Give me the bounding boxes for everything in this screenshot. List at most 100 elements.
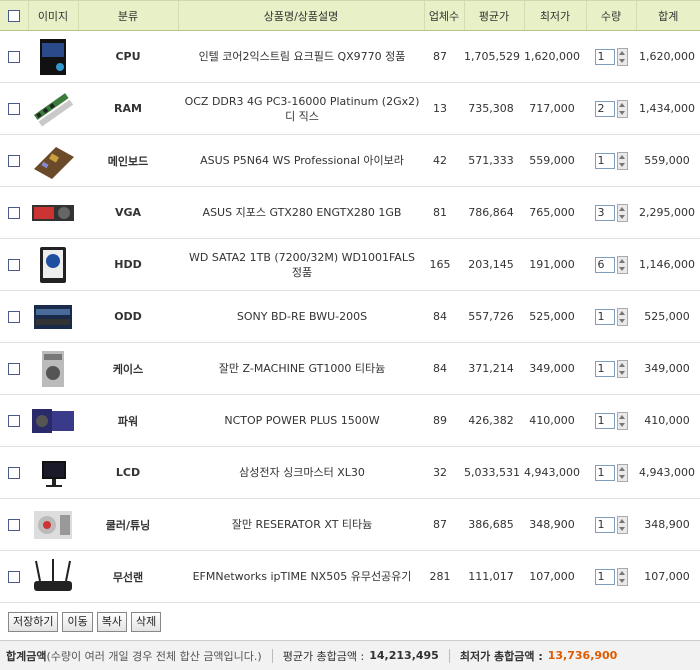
- spinner-buttons[interactable]: [616, 203, 628, 222]
- spinner-buttons[interactable]: [616, 307, 628, 326]
- spin-up-icon[interactable]: [619, 206, 625, 211]
- spin-up-icon[interactable]: [619, 102, 625, 107]
- row-checkbox[interactable]: [8, 571, 20, 583]
- row-checkbox[interactable]: [8, 519, 20, 531]
- quantity-input[interactable]: 1: [594, 308, 615, 325]
- quantity-input[interactable]: 1: [594, 48, 615, 65]
- lowest-price[interactable]: 410,000: [524, 394, 586, 447]
- spinner-buttons[interactable]: [616, 411, 628, 430]
- product-name[interactable]: NCTOP POWER PLUS 1500W: [178, 394, 424, 447]
- spinner-buttons[interactable]: [616, 463, 628, 482]
- spin-up-icon[interactable]: [619, 258, 625, 263]
- quantity-stepper[interactable]: 6: [594, 255, 628, 274]
- row-checkbox[interactable]: [8, 467, 20, 479]
- quantity-stepper[interactable]: 1: [594, 515, 628, 534]
- select-all-cell[interactable]: [0, 0, 28, 31]
- spin-up-icon[interactable]: [619, 518, 625, 523]
- lowest-price[interactable]: 765,000: [524, 186, 586, 239]
- row-checkbox[interactable]: [8, 155, 20, 167]
- copy-button[interactable]: 복사: [96, 612, 127, 632]
- spin-down-icon[interactable]: [619, 526, 625, 531]
- spinner-buttons[interactable]: [616, 47, 628, 66]
- quantity-stepper[interactable]: 1: [594, 359, 628, 378]
- spinner-buttons[interactable]: [616, 255, 628, 274]
- lowest-price[interactable]: 4,943,000: [524, 446, 586, 499]
- quantity-stepper[interactable]: 1: [594, 47, 628, 66]
- row-select-cell[interactable]: [0, 186, 28, 239]
- power-supply-image[interactable]: [30, 401, 76, 441]
- quantity-stepper[interactable]: 1: [594, 411, 628, 430]
- product-name[interactable]: SONY BD-RE BWU-200S: [178, 290, 424, 343]
- row-checkbox[interactable]: [8, 311, 20, 323]
- row-select-cell[interactable]: [0, 82, 28, 135]
- quantity-stepper[interactable]: 1: [594, 463, 628, 482]
- spin-up-icon[interactable]: [619, 310, 625, 315]
- quantity-stepper[interactable]: 2: [594, 99, 628, 118]
- quantity-input[interactable]: 1: [594, 464, 615, 481]
- row-checkbox[interactable]: [8, 103, 20, 115]
- lowest-price[interactable]: 107,000: [524, 550, 586, 603]
- spin-down-icon[interactable]: [619, 58, 625, 63]
- row-select-cell[interactable]: [0, 498, 28, 551]
- product-name[interactable]: ASUS P5N64 WS Professional 아이보라: [178, 134, 424, 187]
- row-select-cell[interactable]: [0, 550, 28, 603]
- lowest-price[interactable]: 559,000: [524, 134, 586, 187]
- spinner-buttons[interactable]: [616, 359, 628, 378]
- spin-down-icon[interactable]: [619, 266, 625, 271]
- product-name[interactable]: EFMNetworks ipTIME NX505 유무선공유기: [178, 550, 424, 603]
- spin-down-icon[interactable]: [619, 422, 625, 427]
- row-checkbox[interactable]: [8, 207, 20, 219]
- save-button[interactable]: 저장하기: [8, 612, 59, 632]
- product-name[interactable]: 인텔 코어2익스트림 요크필드 QX9770 정품: [178, 30, 424, 83]
- select-all-checkbox[interactable]: [7, 10, 20, 22]
- row-checkbox[interactable]: [8, 415, 20, 427]
- quantity-input[interactable]: 1: [594, 516, 615, 533]
- spin-up-icon[interactable]: [619, 414, 625, 419]
- spin-down-icon[interactable]: [619, 474, 625, 479]
- spin-up-icon[interactable]: [619, 50, 625, 55]
- quantity-stepper[interactable]: 1: [594, 567, 628, 586]
- spin-down-icon[interactable]: [619, 110, 625, 115]
- product-name[interactable]: ASUS 지포스 GTX280 ENGTX280 1GB: [178, 186, 424, 239]
- product-name[interactable]: 잘만 Z-MACHINE GT1000 티타늄: [178, 342, 424, 395]
- row-select-cell[interactable]: [0, 30, 28, 83]
- quantity-input[interactable]: 1: [594, 568, 615, 585]
- spin-down-icon[interactable]: [619, 162, 625, 167]
- monitor-image[interactable]: [30, 453, 76, 493]
- product-name[interactable]: 삼성전자 싱크마스터 XL30: [178, 446, 424, 499]
- row-select-cell[interactable]: [0, 290, 28, 343]
- router-image[interactable]: [30, 557, 76, 597]
- cpu-box-image[interactable]: [30, 37, 76, 77]
- spinner-buttons[interactable]: [616, 515, 628, 534]
- spinner-buttons[interactable]: [616, 99, 628, 118]
- cooler-image[interactable]: [30, 505, 76, 545]
- lowest-price[interactable]: 349,000: [524, 342, 586, 395]
- move-button[interactable]: 이동: [62, 612, 93, 632]
- delete-button[interactable]: 삭제: [130, 612, 162, 632]
- quantity-input[interactable]: 2: [594, 100, 615, 117]
- spin-up-icon[interactable]: [619, 154, 625, 159]
- motherboard-image[interactable]: [30, 141, 76, 181]
- quantity-stepper[interactable]: 3: [594, 203, 628, 222]
- spinner-buttons[interactable]: [616, 567, 628, 586]
- spin-down-icon[interactable]: [619, 578, 625, 583]
- ram-sticks-image[interactable]: [30, 89, 76, 129]
- row-select-cell[interactable]: [0, 446, 28, 499]
- spinner-buttons[interactable]: [616, 151, 628, 170]
- hard-drive-image[interactable]: [30, 245, 76, 285]
- row-select-cell[interactable]: [0, 394, 28, 447]
- spin-down-icon[interactable]: [619, 214, 625, 219]
- row-checkbox[interactable]: [8, 363, 20, 375]
- product-name[interactable]: 잘만 RESERATOR XT 티타늄: [178, 498, 424, 551]
- row-select-cell[interactable]: [0, 134, 28, 187]
- row-checkbox[interactable]: [8, 51, 20, 63]
- lowest-price[interactable]: 348,900: [524, 498, 586, 551]
- product-name[interactable]: WD SATA2 1TB (7200/32M) WD1001FALS 정품: [178, 238, 424, 291]
- optical-drive-image[interactable]: [30, 297, 76, 337]
- pc-case-image[interactable]: [30, 349, 76, 389]
- spin-up-icon[interactable]: [619, 570, 625, 575]
- spin-down-icon[interactable]: [619, 370, 625, 375]
- spin-down-icon[interactable]: [619, 318, 625, 323]
- quantity-input[interactable]: 6: [594, 256, 615, 273]
- row-select-cell[interactable]: [0, 238, 28, 291]
